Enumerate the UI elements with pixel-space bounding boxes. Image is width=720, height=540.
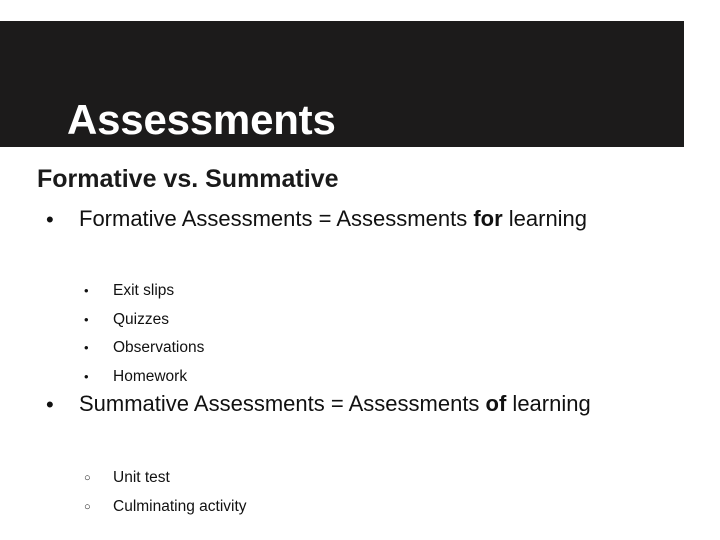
list-item-label: Homework [113,367,188,385]
list-item: ○ Unit test [80,464,500,493]
list-item: • Quizzes [80,306,500,335]
bullet-summative-lead: Summative Assessments = Assessments [79,391,486,416]
sublist-summative: ○ Unit test ○ Culminating activity [80,464,500,521]
list-item-label: Unit test [113,469,170,486]
section-heading: Formative vs. Summative [37,165,339,193]
list-item: • Homework [80,363,500,392]
bullet-formative-text: Formative Assessments = Assessments for … [79,204,650,234]
bullet-marker-icon: • [46,207,54,232]
sub-bullet-hollow-marker-icon: ○ [84,472,91,484]
sub-bullet-marker-icon: • [84,283,89,298]
list-item: • Observations [80,334,500,363]
list-item-label: Observations [113,339,205,357]
bullet-formative-emphasis: for [473,206,503,231]
bullet-formative-trail: learning [502,206,588,231]
bullet-summative-emphasis: of [485,391,507,416]
list-item: • Exit slips [80,277,500,306]
sub-bullet-marker-icon: • [84,368,89,384]
list-item-label: Exit slips [113,282,175,299]
bullet-formative: • Formative Assessments = Assessments fo… [40,204,650,234]
sub-bullet-marker-icon: • [84,340,89,356]
slide-body: Formative vs. Summative • Formative Asse… [0,147,720,540]
sub-bullet-marker-icon: • [84,311,89,327]
page-title: Assessments [67,96,336,143]
list-item: ○ Culminating activity [80,493,500,522]
list-item-label: Culminating activity [113,497,247,515]
title-banner: Assessments [0,21,684,147]
bullet-formative-lead: Formative Assessments = Assessments [79,206,474,231]
sublist-formative: • Exit slips • Quizzes • Observations • … [80,277,500,391]
sub-bullet-hollow-marker-icon: ○ [84,500,91,513]
bullet-summative: • Summative Assessments = Assessments of… [40,389,650,419]
bullet-summative-trail: learning [506,391,591,416]
bullet-summative-text: Summative Assessments = Assessments of l… [79,389,650,419]
bullet-marker-icon: • [46,392,54,417]
list-item-label: Quizzes [113,310,169,328]
